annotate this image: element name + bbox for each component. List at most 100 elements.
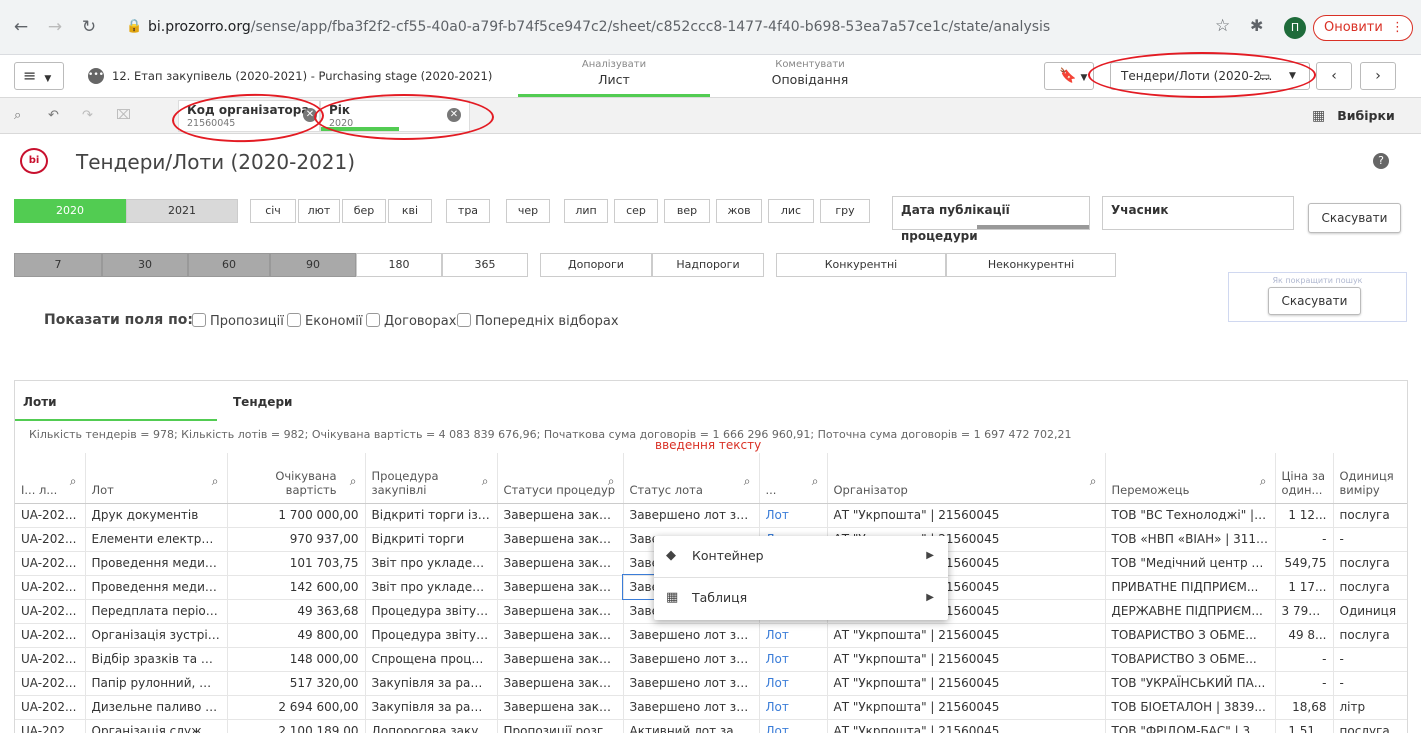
tab-tenders[interactable]: Тендери	[225, 381, 425, 421]
cancel-button[interactable]: Скасувати	[1308, 203, 1401, 233]
checkbox-savings[interactable]: Економії	[287, 313, 363, 329]
checkbox-prequalification[interactable]: Попередніх відборах	[457, 313, 619, 329]
sheet-select[interactable]: Тендери/Лоти (2020-2... ▭ ▼	[1110, 62, 1310, 90]
next-sheet-button[interactable]: ›	[1360, 62, 1396, 90]
star-icon[interactable]: ☆	[1215, 16, 1230, 36]
table-cell: послуга	[1333, 551, 1407, 576]
search-icon[interactable]: ⌕	[744, 474, 751, 489]
threshold-below-button[interactable]: Допороги	[540, 253, 652, 277]
year-2021-button[interactable]: 2021	[126, 199, 238, 223]
table-row[interactable]: UA-202... Організація зустрічі... 49 800,0…	[15, 623, 1407, 648]
search-icon[interactable]: ⌕	[212, 474, 219, 489]
threshold-above-button[interactable]: Надпороги	[652, 253, 764, 277]
search-icon[interactable]: ⌕	[70, 474, 77, 489]
column-header-procedure[interactable]: Процедура закупівлі ⌕	[365, 453, 498, 504]
days-button[interactable]: 365	[442, 253, 528, 277]
column-header-label: Ціна за один...	[1281, 468, 1326, 497]
month-button[interactable]: жов	[716, 199, 762, 223]
extensions-icon[interactable]: ✱	[1250, 16, 1263, 35]
column-header-unit-price[interactable]: Ціна за один...	[1275, 453, 1334, 504]
url-text[interactable]: bi.prozorro.org/sense/app/fba3f2f2-cf55-…	[148, 19, 1050, 35]
month-button[interactable]: лип	[564, 199, 608, 223]
column-header-id[interactable]: І... л... ⌕	[15, 453, 86, 504]
publication-date-filter[interactable]: Дата публікації процедури	[892, 196, 1090, 243]
clear-selections-icon[interactable]: ⌧	[116, 108, 131, 123]
selection-chip-year[interactable]: Рік 2020 ✕	[320, 100, 470, 132]
column-header-organizer[interactable]: Організатор ⌕	[827, 453, 1106, 504]
search-icon[interactable]: ⌕	[1260, 474, 1267, 489]
table-cell[interactable]: Лот	[759, 695, 828, 720]
days-button[interactable]: 90	[270, 253, 356, 277]
table-cell: літр	[1333, 695, 1407, 720]
table-row[interactable]: UA-202... Організація службо... 2 100 189,…	[15, 719, 1407, 733]
app-info-icon[interactable]: •••	[88, 68, 104, 84]
year-2020-button[interactable]: 2020	[14, 199, 126, 223]
bookmark-button[interactable]: 🔖 ▼	[1044, 62, 1094, 90]
column-header-lot-status[interactable]: Статус лота ⌕	[623, 453, 760, 504]
global-menu-button[interactable]: ≡ ▼	[14, 62, 64, 90]
avatar[interactable]: П	[1284, 17, 1306, 39]
month-button[interactable]: лис	[768, 199, 814, 223]
search-icon[interactable]: ⌕	[608, 474, 615, 489]
update-button[interactable]: Оновити ⋮	[1313, 15, 1413, 41]
forward-icon[interactable]: →	[44, 16, 66, 38]
noncompetitive-button[interactable]: Неконкурентні	[946, 253, 1116, 277]
reload-icon[interactable]: ↻	[78, 16, 100, 38]
table-cell[interactable]: Лот	[759, 719, 828, 733]
competitive-button[interactable]: Конкурентні	[776, 253, 946, 277]
column-header-winner[interactable]: Переможець ⌕	[1105, 453, 1276, 504]
back-icon[interactable]: ←	[10, 16, 32, 38]
column-header-expected-value[interactable]: Очікувана вартість ⌕	[227, 453, 366, 504]
tab-story[interactable]: Коментувати Оповідання	[712, 56, 908, 97]
month-button[interactable]: гру	[820, 199, 870, 223]
search-icon[interactable]: ⌕	[1090, 474, 1097, 489]
days-button[interactable]: 180	[356, 253, 442, 277]
month-button[interactable]: сер	[614, 199, 658, 223]
checkbox-label: Економії	[305, 314, 363, 329]
context-menu-item-container[interactable]: ◆ Контейнер ▶	[654, 536, 948, 576]
close-icon[interactable]: ✕	[447, 108, 461, 122]
month-button[interactable]: чер	[506, 199, 550, 223]
days-button[interactable]: 60	[188, 253, 270, 277]
column-header-procedure-status[interactable]: Статуси процедур ⌕	[497, 453, 624, 504]
tab-lots[interactable]: Лоти	[15, 381, 217, 421]
checkbox-contracts[interactable]: Договорах	[366, 313, 456, 329]
table-row[interactable]: UA-202... Друк документів 1 700 000,00 Відк…	[15, 503, 1407, 528]
column-header-lot[interactable]: Лот ⌕	[85, 453, 228, 504]
table-cell[interactable]: Лот	[759, 623, 828, 648]
cancel-button-secondary[interactable]: Скасувати	[1268, 287, 1361, 315]
days-button[interactable]: 30	[102, 253, 188, 277]
table-row[interactable]: UA-202... Дизельне паливо д... 2 694 600,0…	[15, 695, 1407, 720]
previous-sheet-button[interactable]: ‹	[1316, 62, 1352, 90]
search-icon[interactable]: ⌕	[350, 474, 357, 489]
smart-search-icon[interactable]: ⌕	[14, 108, 21, 123]
step-back-icon[interactable]: ↶	[48, 108, 59, 123]
table-cell[interactable]: Лот	[759, 503, 828, 528]
selections-button[interactable]: ▦ Вибірки	[1312, 102, 1417, 130]
table-row[interactable]: UA-202... Відбір зразків та пр... 148 000,…	[15, 647, 1407, 672]
column-header-label: Організатор	[833, 482, 908, 497]
month-button[interactable]: бер	[342, 199, 386, 223]
column-header-unit[interactable]: Одиниця виміру	[1333, 453, 1407, 504]
month-button[interactable]: вер	[664, 199, 710, 223]
column-header-link[interactable]: ... ⌕	[759, 453, 828, 504]
close-icon[interactable]: ✕	[303, 108, 317, 122]
context-menu: ◆ Контейнер ▶ ▦ Таблиця ▶	[654, 536, 948, 620]
tab-analyze[interactable]: Аналізувати Лист	[518, 56, 710, 97]
search-icon[interactable]: ⌕	[482, 474, 489, 489]
table-cell[interactable]: Лот	[759, 671, 828, 696]
selection-chip-organizer[interactable]: Код організатора 21560045 ✕	[178, 100, 320, 132]
help-icon[interactable]: ?	[1373, 153, 1389, 169]
search-icon[interactable]: ⌕	[812, 474, 819, 489]
month-button[interactable]: лют	[298, 199, 340, 223]
context-menu-item-table[interactable]: ▦ Таблиця ▶	[654, 578, 948, 618]
checkbox-proposals[interactable]: Пропозиції	[192, 313, 284, 329]
days-button[interactable]: 7	[14, 253, 102, 277]
month-button[interactable]: тра	[446, 199, 490, 223]
step-forward-icon[interactable]: ↷	[82, 108, 93, 123]
participant-filter[interactable]: Учасник	[1102, 196, 1294, 230]
month-button[interactable]: кві	[388, 199, 432, 223]
month-button[interactable]: січ	[250, 199, 296, 223]
table-cell[interactable]: Лот	[759, 647, 828, 672]
table-row[interactable]: UA-202... Папір рулонний, фа... 517 320,00…	[15, 671, 1407, 696]
